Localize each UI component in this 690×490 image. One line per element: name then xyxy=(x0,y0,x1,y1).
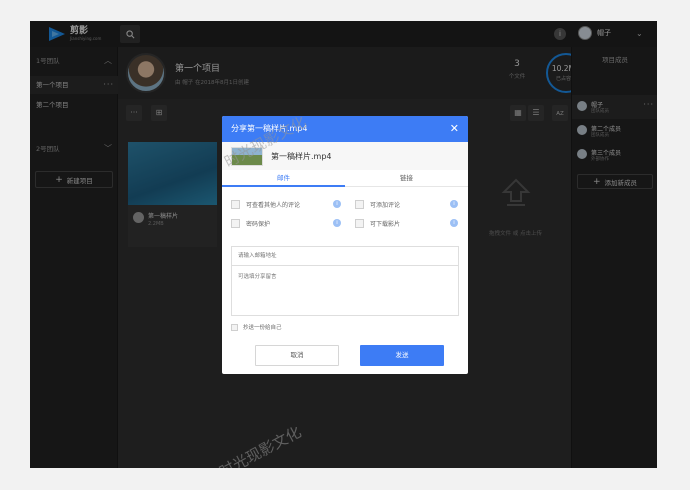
cancel-button[interactable]: 取消 xyxy=(255,345,339,366)
checkbox[interactable] xyxy=(231,200,240,209)
info-icon[interactable]: i xyxy=(450,219,458,227)
checkbox[interactable] xyxy=(355,200,364,209)
checkbox[interactable] xyxy=(231,323,238,331)
close-icon[interactable]: ✕ xyxy=(450,116,459,142)
message-field[interactable] xyxy=(231,266,459,316)
info-icon[interactable]: i xyxy=(333,219,341,227)
option-download[interactable]: 可下载影片 xyxy=(355,219,400,228)
option-password[interactable]: 密码保护 xyxy=(231,219,270,228)
send-button[interactable]: 发送 xyxy=(360,345,444,366)
shared-file-row: 第一稿样片.mp4 xyxy=(222,142,468,170)
option-label: 可查看其他人的评论 xyxy=(246,202,301,209)
option-label: 可下载影片 xyxy=(370,221,401,228)
shared-file-name: 第一稿样片.mp4 xyxy=(271,152,332,161)
file-thumbnail xyxy=(231,147,263,166)
option-label: 可添加评论 xyxy=(370,202,401,209)
checkbox[interactable] xyxy=(231,219,240,228)
info-icon[interactable]: i xyxy=(333,200,341,208)
dialog-title: 分享第一稿样片.mp4 xyxy=(231,124,308,133)
tab-link[interactable]: 链接 xyxy=(345,170,468,187)
app-window: 剪影 Jianshiying.com i 帽子 ⌄ 1号团队 ︿ 第一个项目 ·… xyxy=(30,21,657,468)
email-field[interactable] xyxy=(231,246,459,266)
share-tabs: 邮件 链接 xyxy=(222,170,468,187)
info-icon[interactable]: i xyxy=(450,200,458,208)
option-label: 密码保护 xyxy=(246,221,271,228)
dialog-header: 分享第一稿样片.mp4 ✕ xyxy=(222,116,468,142)
checkbox[interactable] xyxy=(355,219,364,228)
option-view-comments[interactable]: 可查看其他人的评论 xyxy=(231,200,300,209)
copy-self-label: 抄送一份给自己 xyxy=(243,325,282,331)
tab-email[interactable]: 邮件 xyxy=(222,170,345,187)
copy-self-option[interactable]: 抄送一份给自己 xyxy=(231,323,282,331)
share-dialog: 分享第一稿样片.mp4 ✕ 第一稿样片.mp4 邮件 链接 可查看其他人的评论 … xyxy=(222,116,468,374)
option-add-comments[interactable]: 可添加评论 xyxy=(355,200,400,209)
